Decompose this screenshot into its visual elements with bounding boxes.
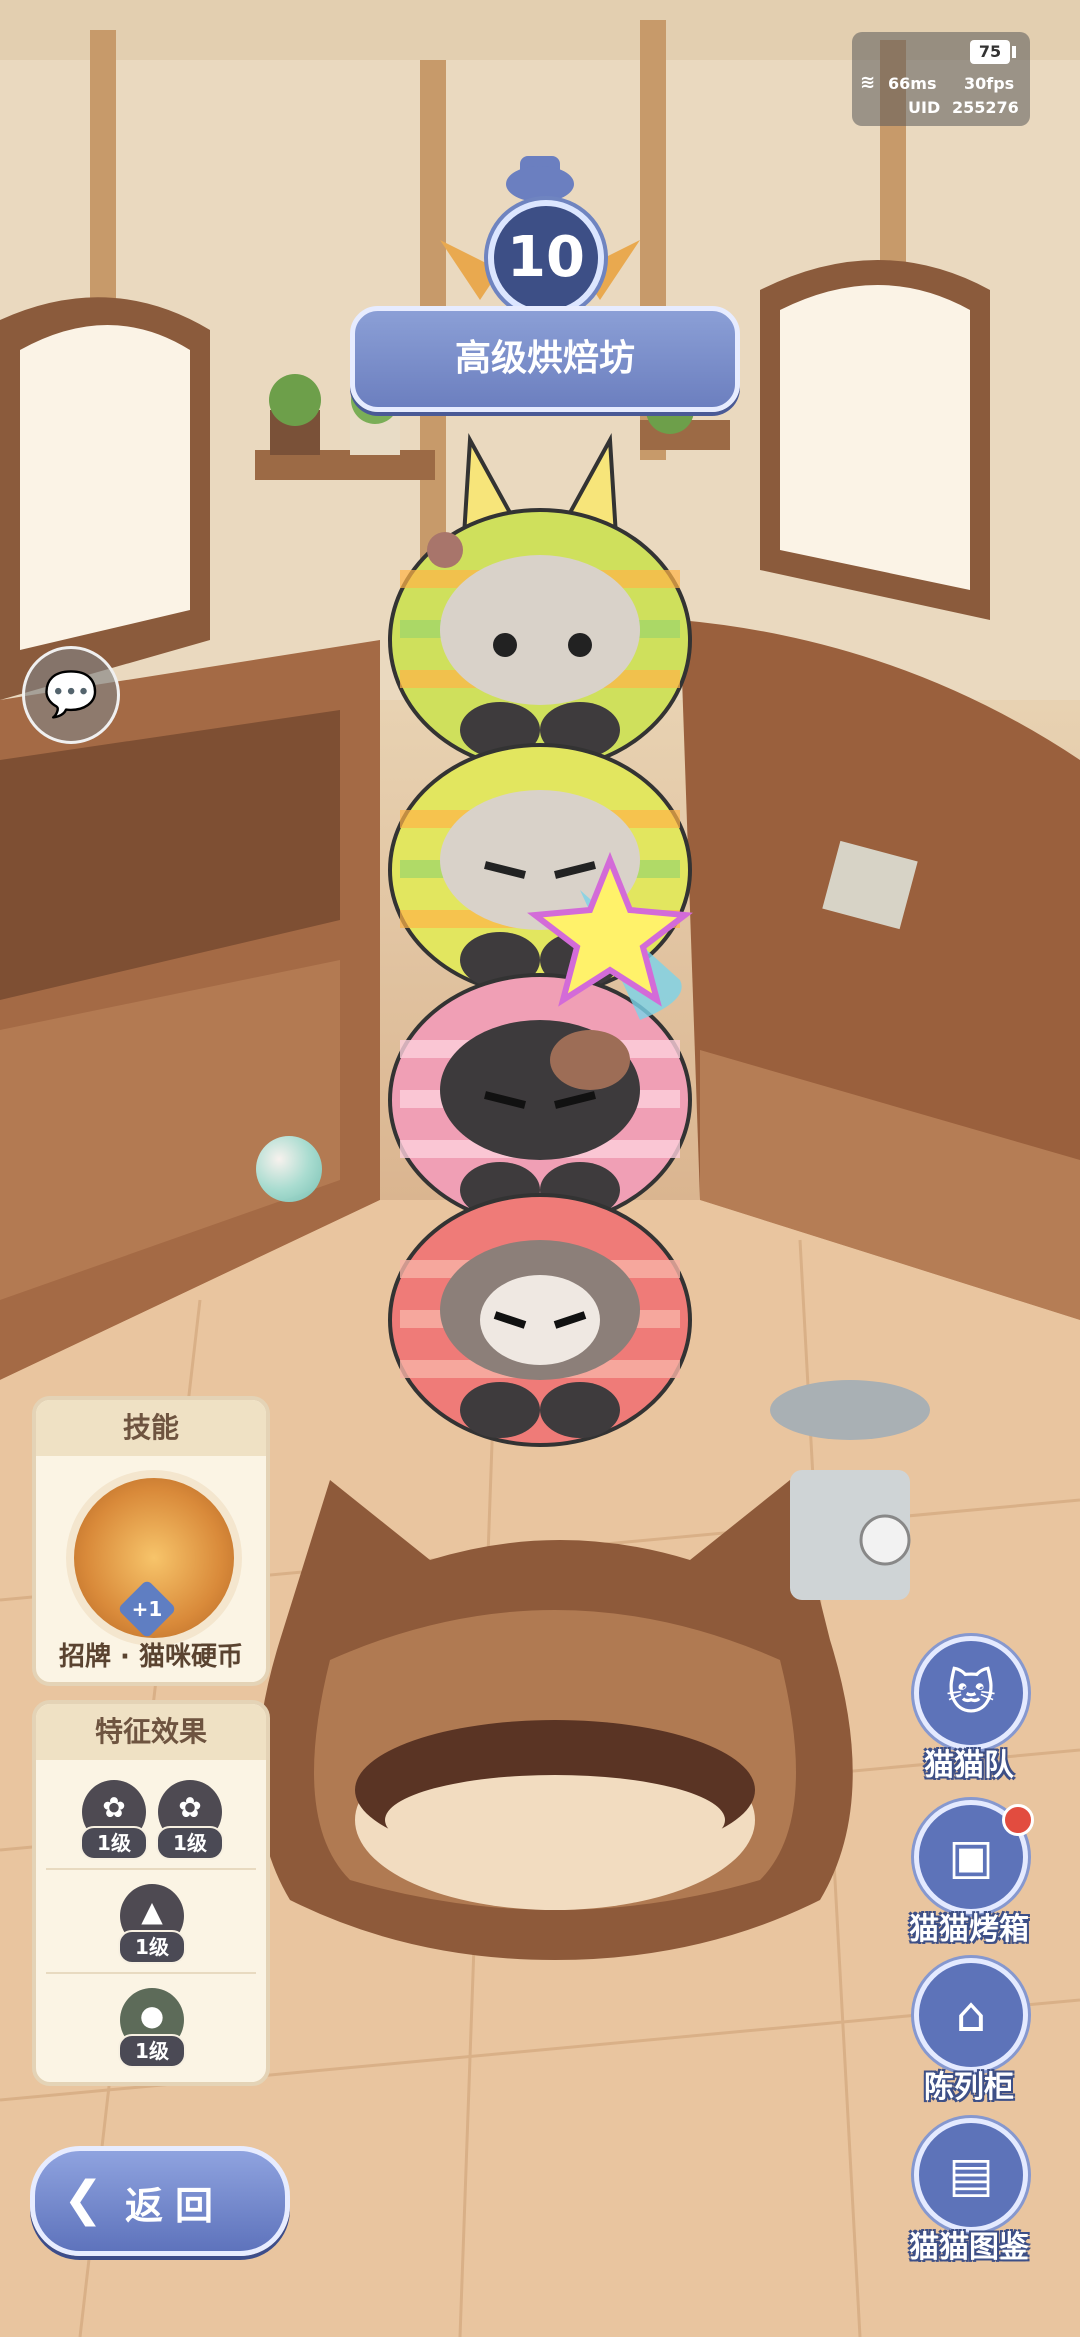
cat-stack (388, 433, 693, 1447)
skill-level-badge: +1 (117, 1579, 177, 1639)
back-arrow-icon: ❮ (63, 2171, 104, 2227)
cat-team-icon: 🐱 (914, 1636, 1028, 1750)
trait-panel-title: 特征效果 (36, 1704, 266, 1760)
notification-dot (1002, 1804, 1034, 1836)
cat-team-button[interactable]: 🐱 猫猫队 (874, 1636, 1064, 1806)
back-label: 返回 (125, 2184, 226, 2228)
wifi-icon: ≋ (860, 72, 876, 93)
uid-value: 255276 (952, 98, 1019, 117)
shop-level: 10 (488, 200, 604, 316)
skill-panel-title: 技能 (36, 1400, 266, 1456)
chat-button[interactable]: 💬 (22, 646, 120, 744)
cat-oven-label: 猫猫烤箱 (909, 1912, 1029, 1947)
trait-row-3: ● 1级 (46, 1972, 256, 2074)
cat-4 (388, 1193, 692, 1447)
back-button[interactable]: ❮ 返回 (30, 2146, 290, 2256)
display-cabinet-button[interactable]: ⌂ 陈列柜 (874, 1958, 1064, 2128)
battery-indicator: 75 (970, 40, 1010, 64)
trait-panel[interactable]: 特征效果 ✿ 1级 ✿ 1级 ▲ 1级 ● 1级 (32, 1700, 270, 2086)
cat-1 (388, 508, 692, 772)
game-scene: 75 ≋ 66ms 30fps UID 255276 10 高级烘焙坊 💬 技能… (0, 0, 1080, 2337)
battery-tip (1012, 46, 1016, 58)
fps-value: 30fps (964, 74, 1015, 93)
cat-encyclopedia-button[interactable]: ▤ 猫猫图鉴 (874, 2118, 1064, 2288)
trait-level: 1级 (118, 1930, 186, 1964)
uid-label: UID (908, 98, 941, 117)
skill-name: 招牌 · 猫咪硬币 (59, 1642, 243, 1672)
trait-row-1: ✿ 1级 ✿ 1级 (46, 1764, 256, 1864)
chat-bubble-icon: 💬 (43, 669, 99, 720)
cat-team-label: 猫猫队 (924, 1748, 1014, 1783)
cat-encyclopedia-icon: ▤ (914, 2118, 1028, 2232)
trait-row-2: ▲ 1级 (46, 1868, 256, 1970)
trait-level: 1级 (80, 1826, 148, 1860)
skill-panel[interactable]: 技能 +1 招牌 · 猫咪硬币 (32, 1396, 270, 1686)
cat-oven-button[interactable]: ▣ 猫猫烤箱 (874, 1800, 1064, 1970)
bubble-orb[interactable] (256, 1136, 322, 1202)
trait-level: 1级 (156, 1826, 224, 1860)
display-cabinet-label: 陈列柜 (924, 2070, 1014, 2105)
ping-value: 66ms (888, 74, 937, 93)
status-hud: 75 ≋ 66ms 30fps UID 255276 (852, 32, 1030, 126)
cat-encyclopedia-label: 猫猫图鉴 (909, 2230, 1029, 2265)
shop-title: 高级烘焙坊 (350, 306, 740, 412)
display-cabinet-icon: ⌂ (914, 1958, 1028, 2072)
trait-level: 1级 (118, 2034, 186, 2068)
